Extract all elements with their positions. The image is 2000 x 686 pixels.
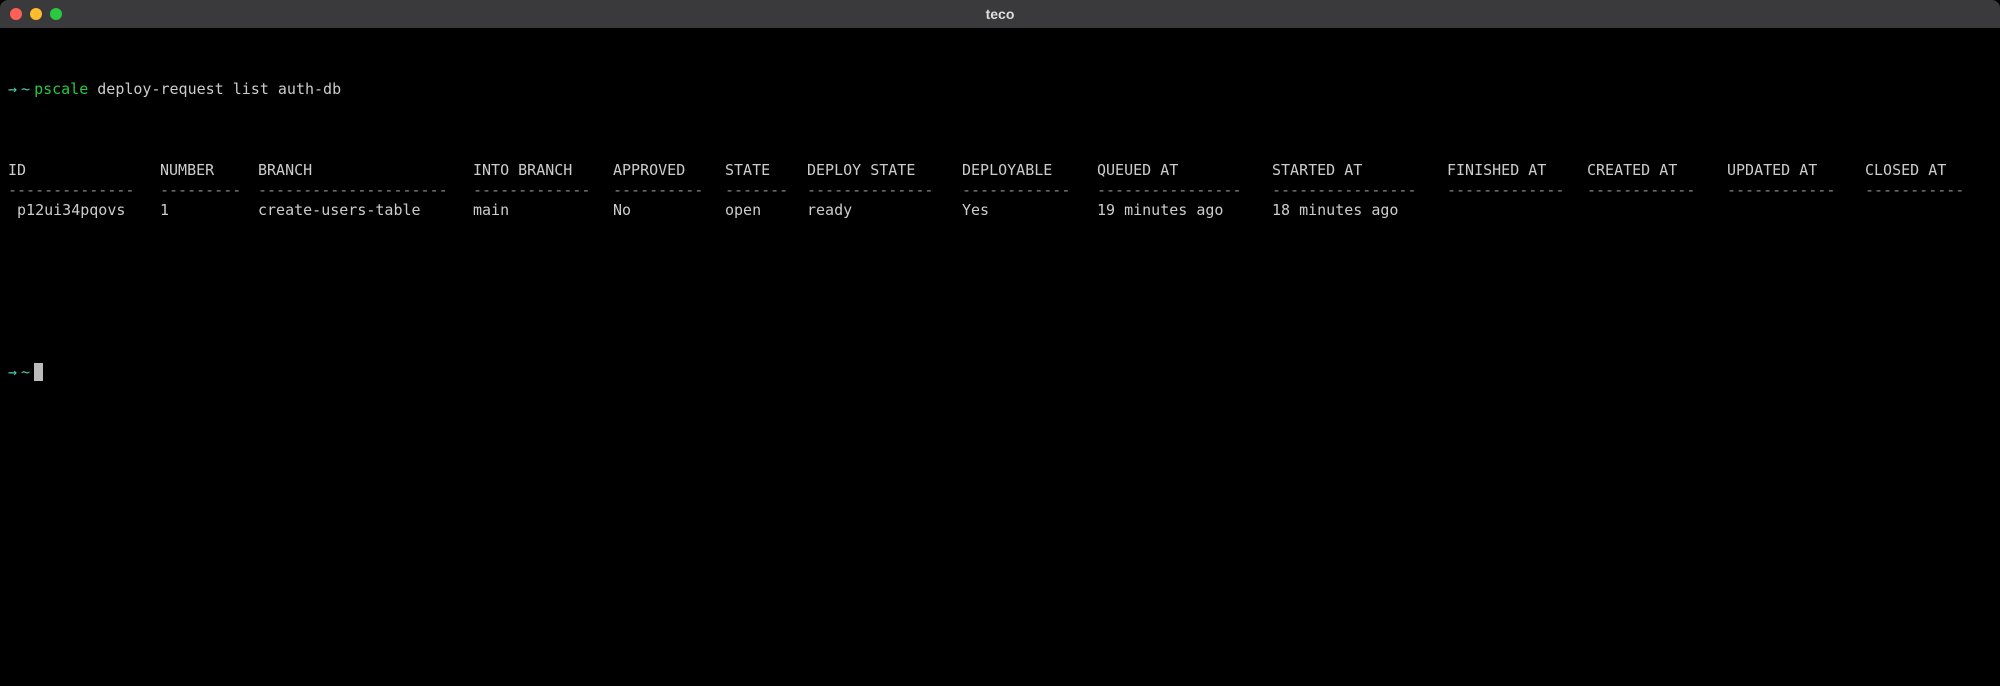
sep-started-at: ---------------- xyxy=(1272,180,1447,200)
prompt-line-1: → ~ pscale deploy-request list auth-db xyxy=(8,79,1992,99)
sep-deployable: ------------ xyxy=(962,180,1097,200)
th-created-at: CREATED AT xyxy=(1587,160,1727,180)
cursor-icon xyxy=(34,363,43,381)
th-closed-at: CLOSED AT xyxy=(1865,160,1985,180)
output-table: ID NUMBER BRANCH INTO BRANCH APPROVED ST… xyxy=(8,160,1992,221)
th-deployable: DEPLOYABLE xyxy=(962,160,1097,180)
prompt-line-2: → ~ xyxy=(8,362,1992,382)
td-queued-at: 19 minutes ago xyxy=(1097,200,1272,220)
sep-finished-at: ------------- xyxy=(1447,180,1587,200)
sep-state: ------- xyxy=(725,180,807,200)
th-branch: BRANCH xyxy=(258,160,473,180)
td-approved: No xyxy=(613,200,725,220)
td-started-at: 18 minutes ago xyxy=(1272,200,1447,220)
th-updated-at: UPDATED AT xyxy=(1727,160,1865,180)
terminal[interactable]: → ~ pscale deploy-request list auth-db I… xyxy=(0,28,2000,412)
blank-line xyxy=(8,281,1992,301)
prompt-tilde: ~ xyxy=(21,79,30,99)
th-started-at: STARTED AT xyxy=(1272,160,1447,180)
titlebar: teco xyxy=(0,0,2000,28)
command-name: pscale xyxy=(34,79,88,99)
command-args-text: deploy-request list auth-db xyxy=(97,79,341,99)
command-args xyxy=(88,79,97,99)
sep-branch: --------------------- xyxy=(258,180,473,200)
close-icon[interactable] xyxy=(10,8,22,20)
traffic-lights xyxy=(0,8,62,20)
prompt-tilde: ~ xyxy=(21,362,30,382)
maximize-icon[interactable] xyxy=(50,8,62,20)
td-state: open xyxy=(725,200,807,220)
prompt-arrow-icon: → xyxy=(8,362,17,382)
td-id: p12ui34pqovs xyxy=(8,200,160,220)
th-state: STATE xyxy=(725,160,807,180)
sep-queued-at: ---------------- xyxy=(1097,180,1272,200)
td-deploy-state: ready xyxy=(807,200,962,220)
td-finished-at xyxy=(1447,200,1587,220)
sep-deploy-state: -------------- xyxy=(807,180,962,200)
minimize-icon[interactable] xyxy=(30,8,42,20)
sep-closed-at: ----------- xyxy=(1865,180,1985,200)
sep-id: -------------- xyxy=(8,180,160,200)
th-finished-at: FINISHED AT xyxy=(1447,160,1587,180)
td-updated-at xyxy=(1727,200,1865,220)
th-into-branch: INTO BRANCH xyxy=(473,160,613,180)
th-id: ID xyxy=(8,160,160,180)
td-branch: create-users-table xyxy=(258,200,473,220)
th-approved: APPROVED xyxy=(613,160,725,180)
td-into-branch: main xyxy=(473,200,613,220)
sep-updated-at: ------------ xyxy=(1727,180,1865,200)
td-closed-at xyxy=(1865,200,1985,220)
td-created-at xyxy=(1587,200,1727,220)
prompt-arrow-icon: → xyxy=(8,79,17,99)
sep-created-at: ------------ xyxy=(1587,180,1727,200)
sep-approved: ---------- xyxy=(613,180,725,200)
th-deploy-state: DEPLOY STATE xyxy=(807,160,962,180)
sep-into-branch: ------------- xyxy=(473,180,613,200)
th-queued-at: QUEUED AT xyxy=(1097,160,1272,180)
sep-number: --------- xyxy=(160,180,258,200)
td-number: 1 xyxy=(160,200,258,220)
th-number: NUMBER xyxy=(160,160,258,180)
window-title: teco xyxy=(986,6,1015,22)
td-deployable: Yes xyxy=(962,200,1097,220)
